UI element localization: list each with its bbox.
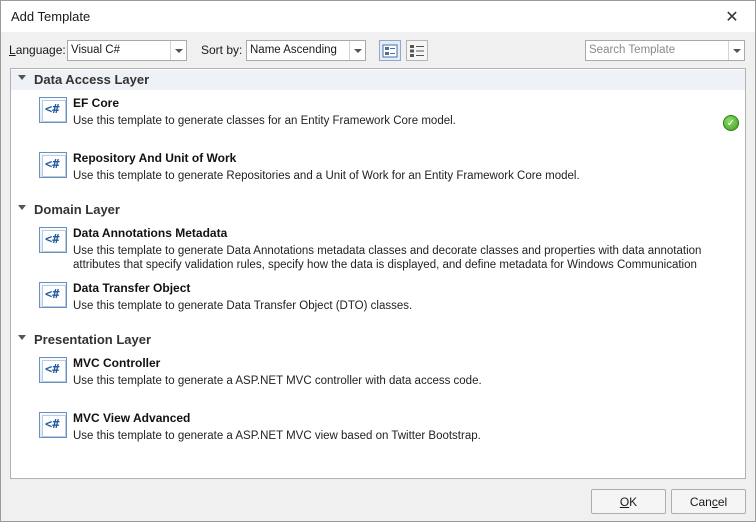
title-bar: Add Template ✕ [1,1,755,32]
template-name: MVC View Advanced [73,411,191,425]
cancel-button[interactable]: Can c el [671,489,746,514]
template-description: Use this template to generate a ASP.NET … [73,430,481,442]
chevron-down-icon[interactable] [18,335,26,340]
group-header-data-access-layer[interactable]: Data Access Layer [11,70,745,90]
template-name: Data Transfer Object [73,281,191,295]
close-icon: ✕ [725,8,739,26]
sort-label: Sort by: [201,43,243,57]
chevron-down-icon[interactable] [170,41,186,60]
dialog-title: Add Template [11,9,91,24]
list-view-button[interactable] [406,40,428,61]
add-template-dialog: Add Template ✕ Language: Visual C# Sort … [0,0,756,522]
csharp-template-icon: <# [39,227,67,253]
list-view-icon [410,44,424,57]
sort-value: Name Ascending [250,44,337,56]
language-label: Language: [9,43,66,57]
toolbar: Language: Visual C# Sort by: Name Ascend… [1,32,755,66]
group-title: Presentation Layer [34,332,152,347]
chevron-down-icon[interactable] [349,41,365,60]
grouped-view-button[interactable] [379,40,401,61]
template-name: MVC Controller [73,356,161,370]
language-select[interactable]: Visual C# [67,40,187,61]
csharp-template-icon: <# [39,97,67,123]
template-name: Data Annotations Metadata [73,226,228,240]
language-value: Visual C# [71,44,121,56]
group-header-domain-layer[interactable]: Domain Layer [11,200,745,220]
template-item-mvc-view-advanced[interactable]: <# MVC View Advanced Use this template t… [11,411,745,464]
template-description: Use this template to generate Repositori… [73,170,580,182]
chevron-down-icon[interactable] [18,205,26,210]
csharp-template-icon: <# [39,357,67,383]
template-description: Use this template to generate Data Trans… [73,300,413,312]
template-item-mvc-controller[interactable]: <# MVC Controller Use this template to g… [11,356,745,409]
group-title: Data Access Layer [34,72,150,87]
search-template-input[interactable]: Search Template [585,40,745,61]
search-placeholder: Search Template [589,44,676,56]
chevron-down-icon[interactable] [18,75,26,80]
grouped-view-icon [382,44,398,57]
csharp-template-icon: <# [39,152,67,178]
template-description: Use this template to generate Data Annot… [73,245,702,271]
template-description: Use this template to generate classes fo… [73,115,456,127]
template-list: Data Access Layer <# EF Core Use this te… [10,68,746,479]
ok-button[interactable]: OK [591,489,666,514]
sort-select[interactable]: Name Ascending [246,40,366,61]
csharp-template-icon: <# [39,412,67,438]
template-item-repository-unit-of-work[interactable]: <# Repository And Unit of Work Use this … [11,151,745,204]
csharp-template-icon: <# [39,282,67,308]
template-item-ef-core[interactable]: <# EF Core Use this template to generate… [11,96,745,149]
close-button[interactable]: ✕ [713,1,751,32]
template-name: Repository And Unit of Work [73,151,237,165]
chevron-down-icon[interactable] [728,41,744,60]
template-item-data-annotations-metadata[interactable]: <# Data Annotations Metadata Use this te… [11,226,745,281]
checkmark-icon: ✓ [723,115,739,131]
template-description: Use this template to generate a ASP.NET … [73,375,482,387]
group-header-presentation-layer[interactable]: Presentation Layer [11,330,745,350]
template-name: EF Core [73,96,120,110]
dialog-footer: OK Can c el [1,481,755,521]
group-title: Domain Layer [34,202,120,217]
template-item-data-transfer-object[interactable]: <# Data Transfer Object Use this templat… [11,281,745,334]
